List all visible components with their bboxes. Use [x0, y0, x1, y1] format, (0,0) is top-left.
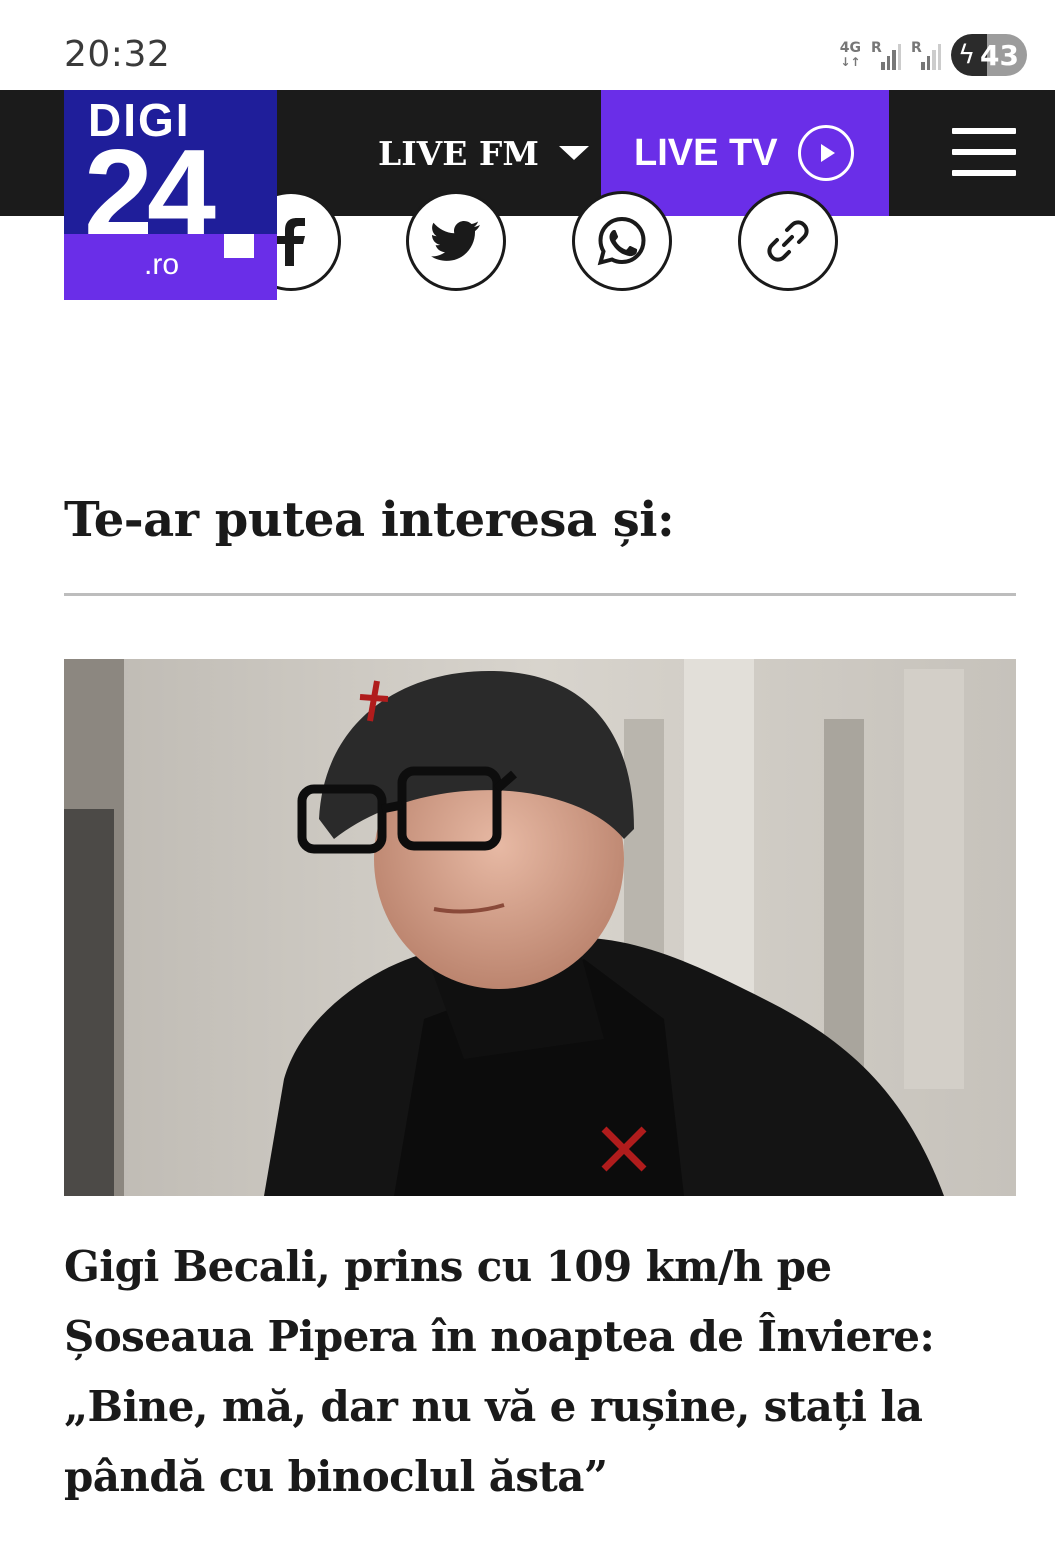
status-icons: 4G ↓↑ R R ϟ 43 — [840, 34, 1027, 76]
share-whatsapp-button[interactable] — [572, 191, 672, 291]
roaming-label: R — [871, 40, 882, 56]
article-photo — [64, 659, 1016, 1196]
chevron-down-icon — [558, 146, 589, 160]
live-fm-dropdown[interactable]: LIVE FM — [378, 90, 589, 216]
logo-number-tail — [224, 234, 254, 258]
status-bar: 20:32 4G ↓↑ R R ϟ 43 — [0, 0, 1055, 90]
logo-number: 24 — [84, 125, 216, 234]
play-icon — [797, 125, 854, 181]
signal-icon: R — [911, 40, 941, 70]
battery-level: 43 — [980, 38, 1019, 72]
section-title: Te-ar putea interesa și: — [64, 492, 675, 548]
charging-bolt-icon: ϟ — [958, 40, 976, 70]
roaming-label: R — [911, 40, 922, 56]
share-twitter-button[interactable] — [406, 191, 506, 291]
article-image[interactable] — [64, 659, 1016, 1196]
section-divider — [64, 593, 1016, 596]
copy-link-button[interactable] — [738, 191, 838, 291]
whatsapp-icon — [597, 216, 646, 266]
site-logo[interactable]: DIGI 24 .ro — [64, 90, 277, 300]
link-icon — [767, 220, 809, 262]
twitter-icon — [431, 221, 480, 261]
data-arrows-icon: ↓↑ — [840, 55, 861, 69]
network-type-icon: 4G ↓↑ — [840, 41, 861, 69]
signal-icon: R — [871, 40, 901, 70]
status-time: 20:32 — [64, 34, 171, 75]
article-title-link[interactable]: Gigi Becali, prins cu 109 km/h pe Șoseau… — [64, 1232, 1024, 1512]
logo-top: DIGI 24 — [64, 90, 277, 234]
live-fm-label: LIVE FM — [378, 133, 539, 173]
battery-icon: ϟ 43 — [951, 34, 1027, 76]
live-tv-label: LIVE TV — [634, 131, 778, 174]
network-type-label: 4G — [839, 40, 861, 56]
menu-icon[interactable] — [952, 128, 1016, 176]
logo-tld: .ro — [144, 248, 180, 281]
facebook-icon — [277, 218, 305, 266]
